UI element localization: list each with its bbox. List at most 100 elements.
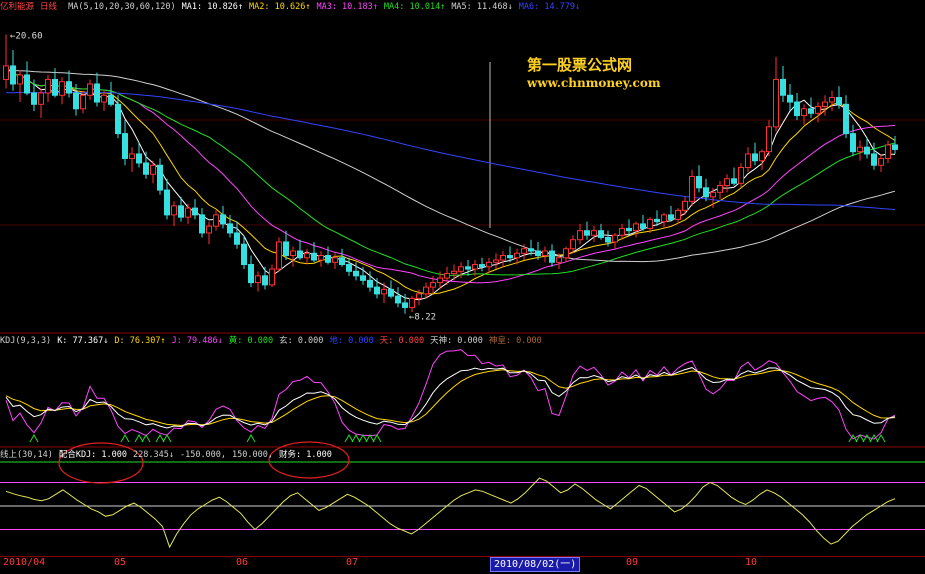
candle-body [808,108,814,114]
kdj-j-line [5,349,896,440]
header-item: 财务: 1.000 [278,450,332,460]
candle-body [717,185,723,193]
candle-body [549,250,555,263]
candle-body [234,232,240,245]
candle-body [682,200,688,211]
candle-body [388,288,394,297]
candle-body [73,92,79,110]
candle-body [10,65,16,85]
candle-body [255,275,261,284]
candle-body [724,178,730,187]
candle-body [493,259,499,263]
stock-chart-canvas: ←20.60 ←8.22 [0,31,925,549]
candle-body [311,252,317,261]
candle-body [710,191,716,198]
candle-body [528,248,534,252]
candle-body [780,78,786,96]
candle-body [129,153,135,159]
header-item: 神皇: 0.000 [488,336,542,346]
kdj-signal-mark [358,433,368,443]
candle-body [598,230,604,238]
header-item: -150.000, [179,450,227,460]
candle-body [647,218,653,229]
ma-line-ma3 [5,65,896,284]
ma-line-ma4 [5,65,896,276]
month-label: 05 [114,557,127,568]
candle-body [318,255,324,261]
period-label[interactable]: 日线 [40,2,57,12]
candle-body [395,295,401,304]
candle-body [346,264,352,272]
candle-body [871,153,877,166]
cursor-date-label: 2010/08/02(一) [490,557,581,572]
candle-body [486,261,492,268]
candle-body [157,164,163,191]
candle-body [703,187,709,198]
candle-body [864,146,870,155]
candle-body [458,266,464,272]
candle-body [80,94,86,110]
candle-body [101,94,107,103]
kdj-d-line [5,369,896,426]
header-item: 地: 0.000 [329,336,374,346]
header-item: 线上(30,14) [0,450,53,460]
candle-body [409,297,415,308]
candle-body [227,223,233,234]
candle-body [766,126,772,153]
header-item: K: 77.367↓ [57,336,109,346]
kdj-signal-mark [120,433,130,443]
candle-body [185,207,191,218]
high-price-mark: ←20.60 [10,31,43,41]
candle-body [353,270,359,277]
line-indicator [0,461,925,549]
candle-body [507,255,513,259]
header-item: MA5: 11.468↓ [451,2,513,12]
stock-name: 亿利能源 [0,2,35,12]
candle-body [3,65,9,80]
candle-body [297,250,303,259]
header-item: MA1: 10.826↑ [181,2,244,12]
candle-body [220,214,226,225]
header-item: 150.000, [232,450,273,460]
candle-body [577,230,583,241]
kdj-signal-mark [246,433,256,443]
candle-body [276,241,282,270]
candle-body [178,205,184,218]
kdj-signal-mark [372,433,382,443]
price-panel-header: 亿利能源 日线 MA(5,10,20,30,60,120) MA1: 10.826↑… [0,1,586,13]
kdj-signal-mark [351,433,361,443]
candle-body [584,230,590,236]
kdj-k-line [5,367,896,429]
candle-body [171,205,177,216]
candle-body [213,214,219,227]
candle-body [94,83,100,103]
candle-body [514,252,520,259]
candle-body [374,286,380,295]
candle-body [668,214,674,220]
candle-body [416,293,422,299]
candle-body [661,214,667,223]
candle-body [787,94,793,103]
candle-body [444,273,450,279]
candle-body [367,279,373,288]
header-item: J: 79.486↓ [171,336,223,346]
header-item: 黄: 0.000 [228,336,274,346]
header-item: MA2: 10.626↑ [249,2,311,12]
header-item: 228.345↓ [133,450,174,460]
candle-body [381,288,387,295]
month-label: 2010/04 [3,557,46,568]
header-item: KDJ(9,3,3) [0,336,52,346]
candle-body [150,164,156,175]
candle-body [731,178,737,184]
kdj-signal-mark [162,433,172,443]
candle-body [815,106,821,114]
kdj-signal-mark [29,433,39,443]
candle-body [24,74,30,94]
candle-body [570,239,576,250]
candle-body [892,144,898,150]
candle-body [794,101,800,117]
candle-body [472,264,478,270]
candle-body [332,257,338,263]
candle-body [283,241,289,257]
candle-body [241,243,247,266]
